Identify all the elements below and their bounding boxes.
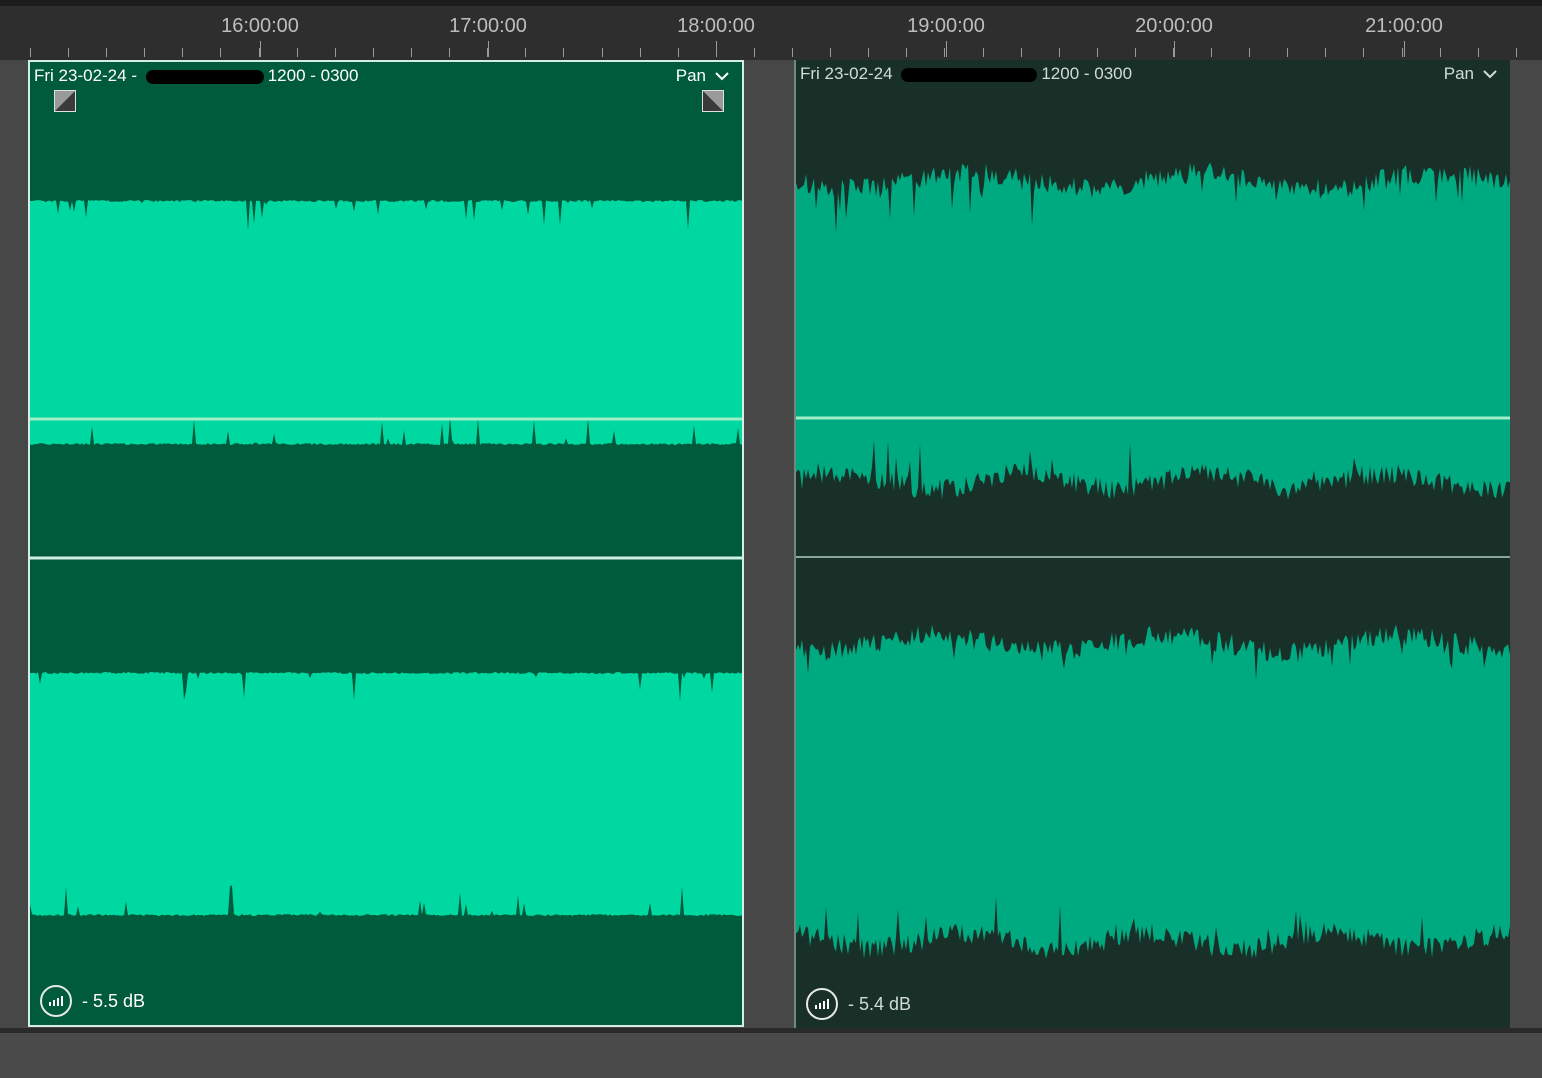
clip-2-pan-dropdown[interactable]: Pan	[1444, 64, 1498, 84]
redacted-text	[145, 69, 264, 84]
ruler-tick	[868, 48, 869, 57]
ruler-tick	[1440, 48, 1441, 57]
ruler-tick	[1325, 48, 1326, 57]
ruler-tick	[944, 48, 945, 57]
volume-meter-icon	[40, 985, 72, 1017]
waveform-band	[796, 624, 1510, 959]
ruler-tick	[640, 48, 641, 57]
fade-in-icon[interactable]	[54, 90, 76, 112]
chevron-down-icon	[715, 72, 729, 81]
ruler-tick	[106, 48, 107, 57]
ruler-tick	[563, 48, 564, 57]
clip-2-gain-control[interactable]: - 5.4 dB	[806, 988, 911, 1020]
ruler-tick	[182, 48, 183, 57]
waveform-band	[796, 162, 1510, 500]
ruler-tick	[1211, 48, 1212, 57]
ruler-label: 16:00:00	[221, 15, 299, 37]
clip-1-title-suffix: 1200 - 0300	[267, 66, 359, 85]
audio-clip-2[interactable]: Fri 23-02-24 1200 - 0300 Pan - 5.4 dB	[794, 60, 1510, 1028]
chevron-down-icon	[1483, 70, 1497, 79]
audio-track-lane[interactable]: Fri 23-02-24 - 1200 - 0300 Pan - 5.5 dB …	[0, 60, 1542, 1028]
ruler-major-tick	[1404, 41, 1405, 57]
ruler-tick	[830, 48, 831, 57]
clip-1-gain-value: - 5.5 dB	[82, 990, 146, 1011]
ruler-label: 21:00:00	[1365, 15, 1443, 37]
audio-clip-1[interactable]: Fri 23-02-24 - 1200 - 0300 Pan - 5.5 dB	[28, 60, 744, 1027]
ruler-tick	[792, 48, 793, 57]
ruler-tick	[1021, 48, 1022, 57]
redacted-text	[901, 67, 1038, 82]
ruler-tick	[449, 48, 450, 57]
volume-meter-icon	[806, 988, 838, 1020]
ruler-label: 20:00:00	[1135, 15, 1213, 37]
ruler-tick	[220, 48, 221, 57]
ruler-tick	[1402, 48, 1403, 57]
ruler-tick	[335, 48, 336, 57]
ruler-label: 19:00:00	[907, 15, 985, 37]
ruler-tick	[602, 48, 603, 57]
ruler-tick	[1478, 48, 1479, 57]
ruler-tick	[1249, 48, 1250, 57]
clip-2-title-suffix: 1200 - 0300	[1041, 64, 1133, 83]
clip-2-title-prefix: Fri 23-02-24	[800, 64, 898, 83]
clip-2-title: Fri 23-02-24 1200 - 0300	[800, 64, 1132, 84]
ruler-tick	[754, 48, 755, 57]
ruler-tick	[678, 48, 679, 57]
ruler-major-tick	[488, 41, 489, 57]
fade-out-icon[interactable]	[702, 90, 724, 112]
ruler-tick	[297, 48, 298, 57]
time-ruler[interactable]: 16:00:00 17:00:00 18:00:00 19:00:00 20:0…	[0, 0, 1542, 60]
clip-1-pan-label: Pan	[675, 66, 706, 85]
ruler-tick	[411, 48, 412, 57]
ruler-tick	[1516, 48, 1517, 57]
ruler-tick	[906, 48, 907, 57]
ruler-tick	[983, 48, 984, 57]
ruler-major-tick	[260, 41, 261, 57]
ruler-tick	[525, 48, 526, 57]
horizontal-scrollbar[interactable]	[0, 1028, 1542, 1078]
clip-1-gain-control[interactable]: - 5.5 dB	[40, 985, 145, 1017]
clip-2-pan-label: Pan	[1443, 64, 1474, 83]
clip-1-title: Fri 23-02-24 - 1200 - 0300	[34, 66, 358, 86]
ruler-tick	[1135, 48, 1136, 57]
clip-1-title-prefix: Fri 23-02-24 -	[34, 66, 142, 85]
clip-2-gain-value: - 5.4 dB	[848, 993, 912, 1014]
ruler-tick	[68, 48, 69, 57]
ruler-tick	[1059, 48, 1060, 57]
ruler-label: 17:00:00	[449, 15, 527, 37]
ruler-major-tick	[1174, 41, 1175, 57]
ruler-label: 18:00:00	[677, 15, 755, 37]
waveform-band	[30, 672, 742, 916]
waveform-clip-2	[796, 162, 1510, 959]
ruler-tick	[144, 48, 145, 57]
ruler-tick	[1287, 48, 1288, 57]
ruler-tick	[373, 48, 374, 57]
ruler-tick	[30, 48, 31, 57]
ruler-tick	[1363, 48, 1364, 57]
clip-1-pan-dropdown[interactable]: Pan	[676, 66, 730, 86]
ruler-major-tick	[946, 41, 947, 57]
waveform-band	[30, 200, 742, 445]
ruler-tick	[1097, 48, 1098, 57]
ruler-major-tick	[716, 41, 717, 57]
waveform-clip-1	[30, 200, 742, 916]
